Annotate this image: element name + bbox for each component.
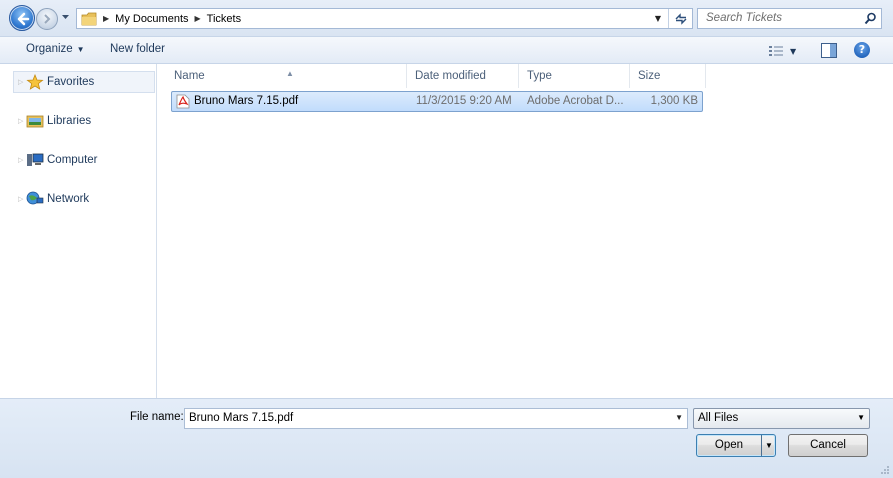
star-icon xyxy=(26,74,44,90)
nav-item-network[interactable]: ▷ Network xyxy=(0,188,156,210)
address-bar-row: ▶ My Documents ▶ Tickets ▼ Search Ticket… xyxy=(0,0,893,36)
cancel-button[interactable]: Cancel xyxy=(788,434,868,457)
nav-item-label: Libraries xyxy=(47,115,92,127)
open-button[interactable]: Open ▼ xyxy=(696,434,776,457)
breadcrumb-separator-icon: ▶ xyxy=(103,14,110,23)
file-row[interactable]: Bruno Mars 7.15.pdf 11/3/2015 9:20 AM Ad… xyxy=(171,91,703,112)
main-area: ▷ Favorites ▷ Libraries ▷ Computer ▷ Net… xyxy=(0,64,893,398)
refresh-button[interactable] xyxy=(668,9,692,28)
organize-label: Organize xyxy=(26,43,73,55)
nav-item-libraries[interactable]: ▷ Libraries xyxy=(0,110,156,132)
breadcrumb-my-documents[interactable]: My Documents xyxy=(115,13,188,25)
address-box[interactable]: ▶ My Documents ▶ Tickets ▼ xyxy=(76,8,693,29)
file-type-select[interactable]: All Files ▼ xyxy=(693,408,870,429)
breadcrumb-tickets[interactable]: Tickets xyxy=(207,13,241,25)
column-header-label: Name xyxy=(174,70,205,82)
forward-arrow-icon xyxy=(44,14,51,24)
computer-icon xyxy=(27,153,44,166)
file-type-value: All Files xyxy=(698,412,739,424)
search-input[interactable]: Search Tickets xyxy=(697,8,882,29)
column-header-size[interactable]: Size xyxy=(630,64,706,88)
split-divider xyxy=(761,435,762,456)
chevron-down-icon: ▼ xyxy=(790,46,797,56)
column-header-type[interactable]: Type xyxy=(519,64,630,88)
navigation-pane: ▷ Favorites ▷ Libraries ▷ Computer ▷ Net… xyxy=(0,64,157,398)
file-name-label: File name: xyxy=(130,411,184,423)
chevron-down-icon: ▼ xyxy=(76,45,85,54)
column-header-name[interactable]: Name ▲ xyxy=(166,64,407,88)
help-icon[interactable]: ? xyxy=(854,42,870,58)
new-folder-button[interactable]: New folder xyxy=(110,43,165,55)
change-view-button[interactable]: ▼ xyxy=(768,43,806,59)
view-list-icon xyxy=(769,46,783,56)
search-placeholder: Search Tickets xyxy=(706,12,782,24)
file-name-input[interactable]: Bruno Mars 7.15.pdf ▼ xyxy=(184,408,688,429)
pdf-icon xyxy=(176,94,190,109)
nav-item-label: Favorites xyxy=(47,76,95,88)
dialog-footer: File name: Bruno Mars 7.15.pdf ▼ All Fil… xyxy=(0,398,893,478)
chevron-down-icon: ▼ xyxy=(857,413,865,422)
open-options-chevron-icon[interactable]: ▼ xyxy=(765,435,773,456)
open-label: Open xyxy=(714,439,744,451)
expand-arrow-icon[interactable]: ▷ xyxy=(18,117,26,125)
file-type: Adobe Acrobat D... xyxy=(527,95,624,107)
search-icon[interactable] xyxy=(864,12,877,25)
expand-arrow-icon[interactable]: ▷ xyxy=(18,78,26,86)
organize-button[interactable]: Organize ▼ xyxy=(26,43,85,55)
chevron-down-icon[interactable]: ▼ xyxy=(675,413,683,422)
file-date-modified: 11/3/2015 9:20 AM xyxy=(416,95,512,107)
nav-item-computer[interactable]: ▷ Computer xyxy=(0,149,156,171)
libraries-icon xyxy=(26,115,44,128)
expand-arrow-icon[interactable]: ▷ xyxy=(18,195,26,203)
back-arrow-icon xyxy=(17,12,30,26)
forward-button[interactable] xyxy=(36,8,58,30)
sort-ascending-icon: ▲ xyxy=(286,69,294,78)
file-name-value: Bruno Mars 7.15.pdf xyxy=(189,412,294,424)
nav-item-label: Computer xyxy=(47,154,98,166)
back-button[interactable] xyxy=(9,5,35,31)
resize-grip-icon[interactable] xyxy=(880,465,890,475)
file-size: 1,300 KB xyxy=(650,95,698,107)
breadcrumb-separator-icon[interactable]: ▶ xyxy=(195,14,201,23)
expand-arrow-icon[interactable]: ▷ xyxy=(18,156,26,164)
file-name: Bruno Mars 7.15.pdf xyxy=(194,95,299,107)
nav-item-label: Network xyxy=(47,193,90,205)
address-dropdown-icon[interactable]: ▼ xyxy=(650,9,666,28)
command-bar: Organize ▼ New folder ▼ ? xyxy=(0,36,893,64)
preview-pane-icon[interactable] xyxy=(820,42,838,59)
nav-item-favorites[interactable]: ▷ Favorites xyxy=(13,71,155,93)
column-header-date-modified[interactable]: Date modified xyxy=(407,64,519,88)
recent-pages-chevron-icon[interactable] xyxy=(61,13,70,22)
refresh-icon xyxy=(675,12,686,25)
folder-icon xyxy=(81,12,97,25)
network-icon xyxy=(26,191,44,205)
